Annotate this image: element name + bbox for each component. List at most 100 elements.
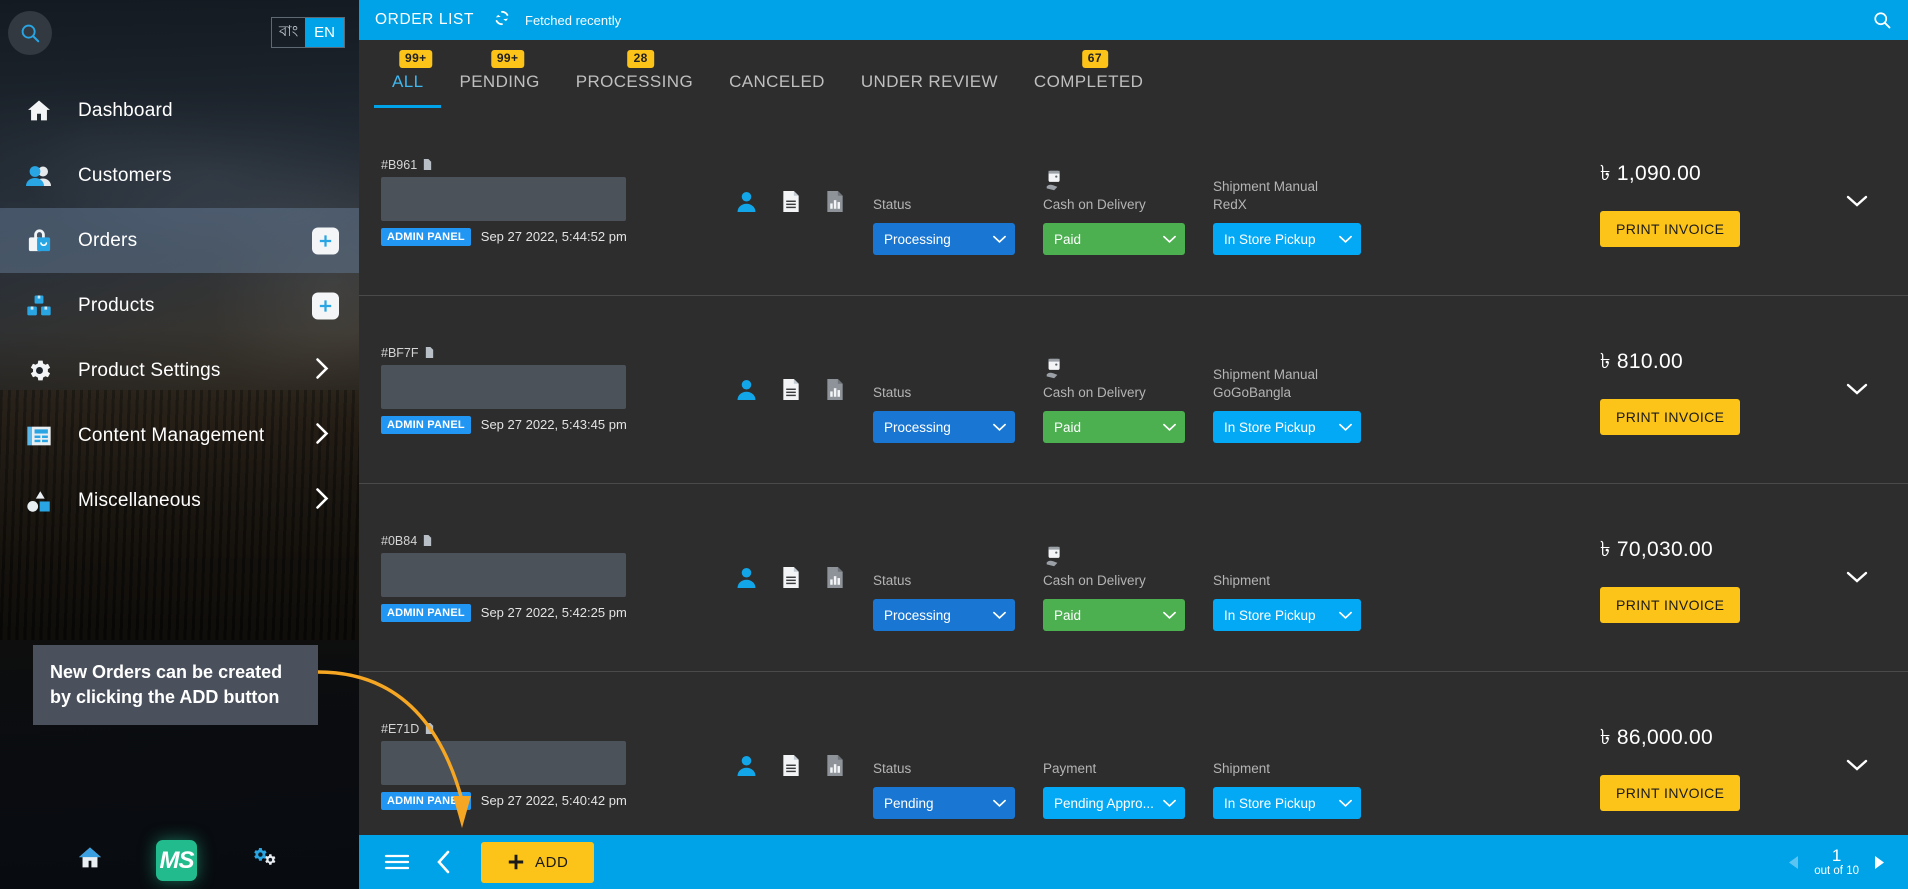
tab-under-review[interactable]: UNDER REVIEW [843, 72, 1016, 108]
sidebar-item-orders[interactable]: Orders [0, 208, 359, 273]
header-search-button[interactable] [1872, 10, 1892, 30]
sidebar-item-product-settings[interactable]: Product Settings [0, 338, 359, 403]
expand-row-button[interactable] [1846, 195, 1868, 209]
sidebar-item-content-management[interactable]: Content Management [0, 403, 359, 468]
language-toggle[interactable]: বাং EN [271, 17, 345, 48]
payment-field: Cash on Delivery Paid [1043, 148, 1185, 255]
payment-select[interactable]: Paid [1043, 223, 1185, 255]
cash-on-delivery-icon [1043, 354, 1185, 384]
language-option-english[interactable]: EN [305, 18, 344, 47]
order-date: Sep 27 2022, 5:42:25 pm [480, 605, 627, 620]
sidebar-item-miscellaneous[interactable]: Miscellaneous [0, 468, 359, 533]
row-action-icons [736, 754, 845, 777]
tab-processing[interactable]: 28 PROCESSING [558, 50, 711, 108]
page-title: ORDER LIST [375, 11, 475, 28]
main-content: ORDER LIST Fetched recently 99+ ALL 99+ … [359, 0, 1908, 889]
boxes-icon [22, 289, 56, 323]
document-icon[interactable] [781, 190, 801, 213]
report-icon[interactable] [825, 566, 845, 589]
tab-pending[interactable]: 99+ PENDING [441, 50, 557, 108]
status-select[interactable]: Pending [873, 787, 1015, 819]
sidebar-item-customers[interactable]: Customers [0, 143, 359, 208]
customer-icon[interactable] [736, 566, 757, 589]
sidebar-footer: MS [0, 840, 359, 881]
order-list: #B961 ADMIN PANEL Sep 27 2022, 5:44:52 p… [359, 108, 1908, 835]
print-invoice-button[interactable]: PRINT INVOICE [1600, 586, 1741, 623]
payment-label: Cash on Delivery [1043, 572, 1146, 588]
language-option-bangla[interactable]: বাং [272, 18, 305, 47]
order-total-area: ৳ 86,000.00 PRINT INVOICE [1600, 721, 1890, 811]
shipment-select[interactable]: In Store Pickup [1213, 411, 1361, 443]
customer-icon[interactable] [736, 754, 757, 777]
current-page: 1 [1831, 845, 1842, 865]
add-order-button[interactable] [312, 227, 339, 254]
report-icon[interactable] [825, 378, 845, 401]
tab-completed[interactable]: 67 COMPLETED [1016, 50, 1161, 108]
order-date: Sep 27 2022, 5:43:45 pm [480, 417, 627, 432]
chevron-down-icon [1846, 195, 1868, 207]
print-invoice-button[interactable]: PRINT INVOICE [1600, 398, 1741, 435]
footer-settings-button[interactable] [249, 844, 283, 877]
table-row[interactable]: #B961 ADMIN PANEL Sep 27 2022, 5:44:52 p… [359, 108, 1908, 296]
table-row[interactable]: #BF7F ADMIN PANEL Sep 27 2022, 5:43:45 p… [359, 296, 1908, 484]
print-invoice-button[interactable]: PRINT INVOICE [1600, 210, 1741, 247]
document-icon[interactable] [781, 754, 801, 777]
shipment-value: In Store Pickup [1224, 607, 1316, 623]
order-id: #0B84 [381, 534, 651, 548]
customer-icon[interactable] [736, 378, 757, 401]
print-invoice-button[interactable]: PRINT INVOICE [1600, 774, 1741, 811]
tab-label: COMPLETED [1033, 72, 1144, 91]
expand-row-button[interactable] [1846, 571, 1868, 585]
expand-row-button[interactable] [1846, 383, 1868, 397]
pagination-prev-button[interactable] [1787, 855, 1800, 870]
payment-value: Paid [1054, 607, 1082, 623]
copy-icon[interactable] [424, 346, 435, 359]
status-select[interactable]: Processing [873, 599, 1015, 631]
sidebar-search-button[interactable] [8, 11, 52, 55]
shipment-select[interactable]: In Store Pickup [1213, 599, 1361, 631]
expand-row-button[interactable] [1846, 759, 1868, 773]
payment-select[interactable]: Pending Appro... [1043, 787, 1185, 819]
report-icon[interactable] [825, 754, 845, 777]
refresh-icon[interactable] [492, 8, 512, 33]
sidebar-item-products[interactable]: Products [0, 273, 359, 338]
order-amount: ৳ 86,000.00 [1600, 725, 1714, 749]
row-action-icons [736, 566, 845, 589]
tab-all[interactable]: 99+ ALL [374, 50, 442, 108]
shipment-select[interactable]: In Store Pickup [1213, 223, 1361, 255]
add-product-button[interactable] [312, 292, 339, 319]
status-select[interactable]: Processing [873, 223, 1015, 255]
footer-home-button[interactable] [76, 844, 104, 877]
copy-icon[interactable] [424, 722, 435, 735]
payment-field: Payment Pending Appro... [1043, 712, 1185, 819]
order-summary: #0B84 ADMIN PANEL Sep 27 2022, 5:42:25 p… [381, 534, 651, 622]
app-logo[interactable]: MS [156, 840, 197, 881]
table-row[interactable]: #E71D ADMIN PANEL Sep 27 2022, 5:40:42 p… [359, 672, 1908, 835]
table-row[interactable]: #0B84 ADMIN PANEL Sep 27 2022, 5:42:25 p… [359, 484, 1908, 672]
shipment-field: Shipment In Store Pickup [1213, 524, 1361, 631]
copy-icon[interactable] [422, 158, 433, 171]
sidebar-item-label: Products [78, 294, 155, 316]
status-field: Status Processing [873, 336, 1015, 443]
sidebar-nav: Dashboard Customers Orders Products Prod… [0, 78, 359, 533]
hamburger-icon[interactable] [371, 852, 423, 872]
tab-canceled[interactable]: CANCELED [711, 72, 843, 108]
status-value: Processing [884, 419, 951, 435]
order-summary: #BF7F ADMIN PANEL Sep 27 2022, 5:43:45 p… [381, 346, 651, 434]
payment-select[interactable]: Paid [1043, 411, 1185, 443]
status-select[interactable]: Processing [873, 411, 1015, 443]
sidebar-item-label: Content Management [78, 424, 265, 446]
sidebar-item-dashboard[interactable]: Dashboard [0, 78, 359, 143]
payment-select[interactable]: Paid [1043, 599, 1185, 631]
order-id: #BF7F [381, 346, 651, 360]
chevron-down-icon [993, 423, 1006, 431]
customer-icon[interactable] [736, 190, 757, 213]
pagination-next-button[interactable] [1873, 855, 1886, 870]
document-icon[interactable] [781, 566, 801, 589]
copy-icon[interactable] [422, 534, 433, 547]
document-icon[interactable] [781, 378, 801, 401]
add-order-main-button[interactable]: ADD [481, 841, 595, 883]
report-icon[interactable] [825, 190, 845, 213]
chevron-left-icon[interactable] [423, 850, 465, 874]
shipment-select[interactable]: In Store Pickup [1213, 787, 1361, 819]
